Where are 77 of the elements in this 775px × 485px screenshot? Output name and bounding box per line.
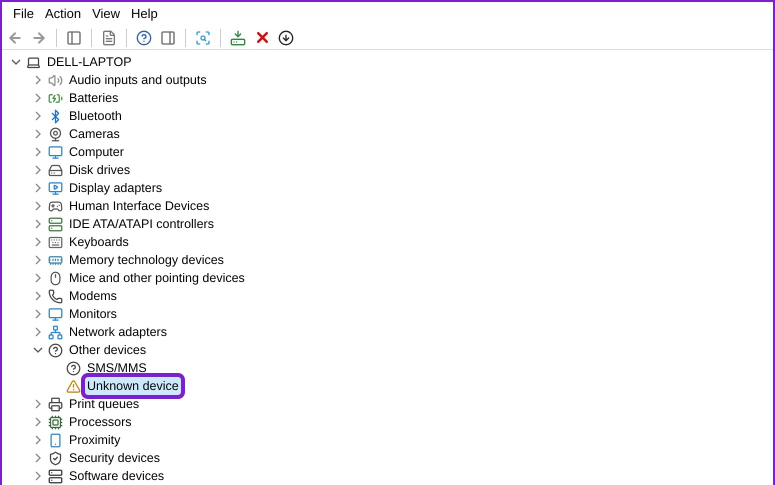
expand-chevron-icon[interactable] [33, 165, 43, 175]
mouse-icon [48, 270, 63, 286]
monitor-icon [48, 306, 63, 322]
tree-item[interactable]: Unknown device [85, 376, 181, 396]
tree-item[interactable]: Other devices [67, 340, 148, 360]
collapse-chevron-icon[interactable] [11, 57, 21, 67]
device-icon [48, 468, 63, 484]
expand-chevron-icon[interactable] [33, 129, 43, 139]
unknown-device-icon [48, 342, 63, 358]
forward-arrow-icon [31, 30, 47, 46]
collapse-chevron-icon[interactable] [33, 345, 43, 355]
expand-chevron-icon[interactable] [33, 219, 43, 229]
tree-item[interactable]: Computer [67, 142, 126, 162]
controller-icon [48, 198, 63, 214]
monitor-icon [48, 144, 63, 160]
tree-item[interactable]: Disk drives [67, 160, 132, 180]
expand-chevron-icon[interactable] [33, 453, 43, 463]
tree-item[interactable]: IDE ATA/ATAPI controllers [67, 214, 216, 234]
down-arrow-circle-icon [278, 30, 294, 46]
expand-chevron-icon[interactable] [33, 237, 43, 247]
keyboard-icon [48, 234, 63, 250]
tree-item[interactable]: Software devices [67, 466, 166, 485]
help-icon [136, 30, 152, 46]
tree-item[interactable]: Cameras [67, 124, 122, 144]
tree-item[interactable]: Print queues [67, 394, 142, 414]
panel-icon [66, 30, 82, 46]
panel-icon [160, 30, 176, 46]
expand-chevron-icon[interactable] [33, 273, 43, 283]
tree-item[interactable]: Memory technology devices [67, 250, 226, 270]
expand-chevron-icon[interactable] [33, 93, 43, 103]
tree-item[interactable]: Display adapters [67, 178, 164, 198]
expand-chevron-icon[interactable] [33, 309, 43, 319]
phone-icon [48, 432, 63, 448]
scan-icon [195, 30, 211, 46]
shield-icon [48, 450, 63, 466]
unknown-device-icon [66, 360, 81, 376]
expand-chevron-icon[interactable] [33, 399, 43, 409]
tree-item[interactable]: Batteries [67, 88, 120, 108]
tree-item[interactable]: Proximity [67, 430, 122, 450]
network-icon [48, 324, 63, 340]
tree-item[interactable]: DELL-LAPTOP [45, 52, 134, 72]
expand-chevron-icon[interactable] [33, 255, 43, 265]
expand-chevron-icon[interactable] [33, 201, 43, 211]
tree-item[interactable]: Modems [67, 286, 119, 306]
expand-chevron-icon[interactable] [33, 327, 43, 337]
tree-item[interactable]: Security devices [67, 448, 162, 468]
tree-item[interactable]: Network adapters [67, 322, 169, 342]
expand-chevron-icon[interactable] [33, 75, 43, 85]
tree-item[interactable]: Human Interface Devices [67, 196, 212, 216]
tree-item[interactable]: SMS/MMS [85, 358, 149, 378]
document-icon [101, 30, 117, 46]
expand-chevron-icon[interactable] [33, 111, 43, 121]
expand-chevron-icon[interactable] [33, 435, 43, 445]
tree-item[interactable]: Keyboards [67, 232, 131, 252]
webcam-icon [48, 126, 63, 142]
tree-item[interactable]: Mice and other pointing devices [67, 268, 247, 288]
speaker-icon [48, 72, 63, 88]
expand-chevron-icon[interactable] [33, 183, 43, 193]
computer-icon [26, 54, 41, 70]
tree-item[interactable]: Bluetooth [67, 106, 124, 126]
warning-icon [66, 378, 81, 394]
tree-item[interactable]: Audio inputs and outputs [67, 70, 209, 90]
expand-chevron-icon[interactable] [33, 147, 43, 157]
drive-download-icon [230, 30, 246, 46]
tree-item[interactable]: Processors [67, 412, 134, 432]
drive-icon [48, 162, 63, 178]
chip-icon [48, 414, 63, 430]
expand-chevron-icon[interactable] [33, 417, 43, 427]
menu-item[interactable]: View [87, 4, 126, 24]
menu-item[interactable]: Help [126, 4, 163, 24]
display-icon [48, 180, 63, 196]
printer-icon [48, 396, 63, 412]
menu-item[interactable]: File [8, 4, 39, 24]
menu-item[interactable]: Action [40, 4, 86, 24]
tree-item[interactable]: Monitors [67, 304, 119, 324]
expand-chevron-icon[interactable] [33, 291, 43, 301]
expand-chevron-icon[interactable] [33, 471, 43, 481]
